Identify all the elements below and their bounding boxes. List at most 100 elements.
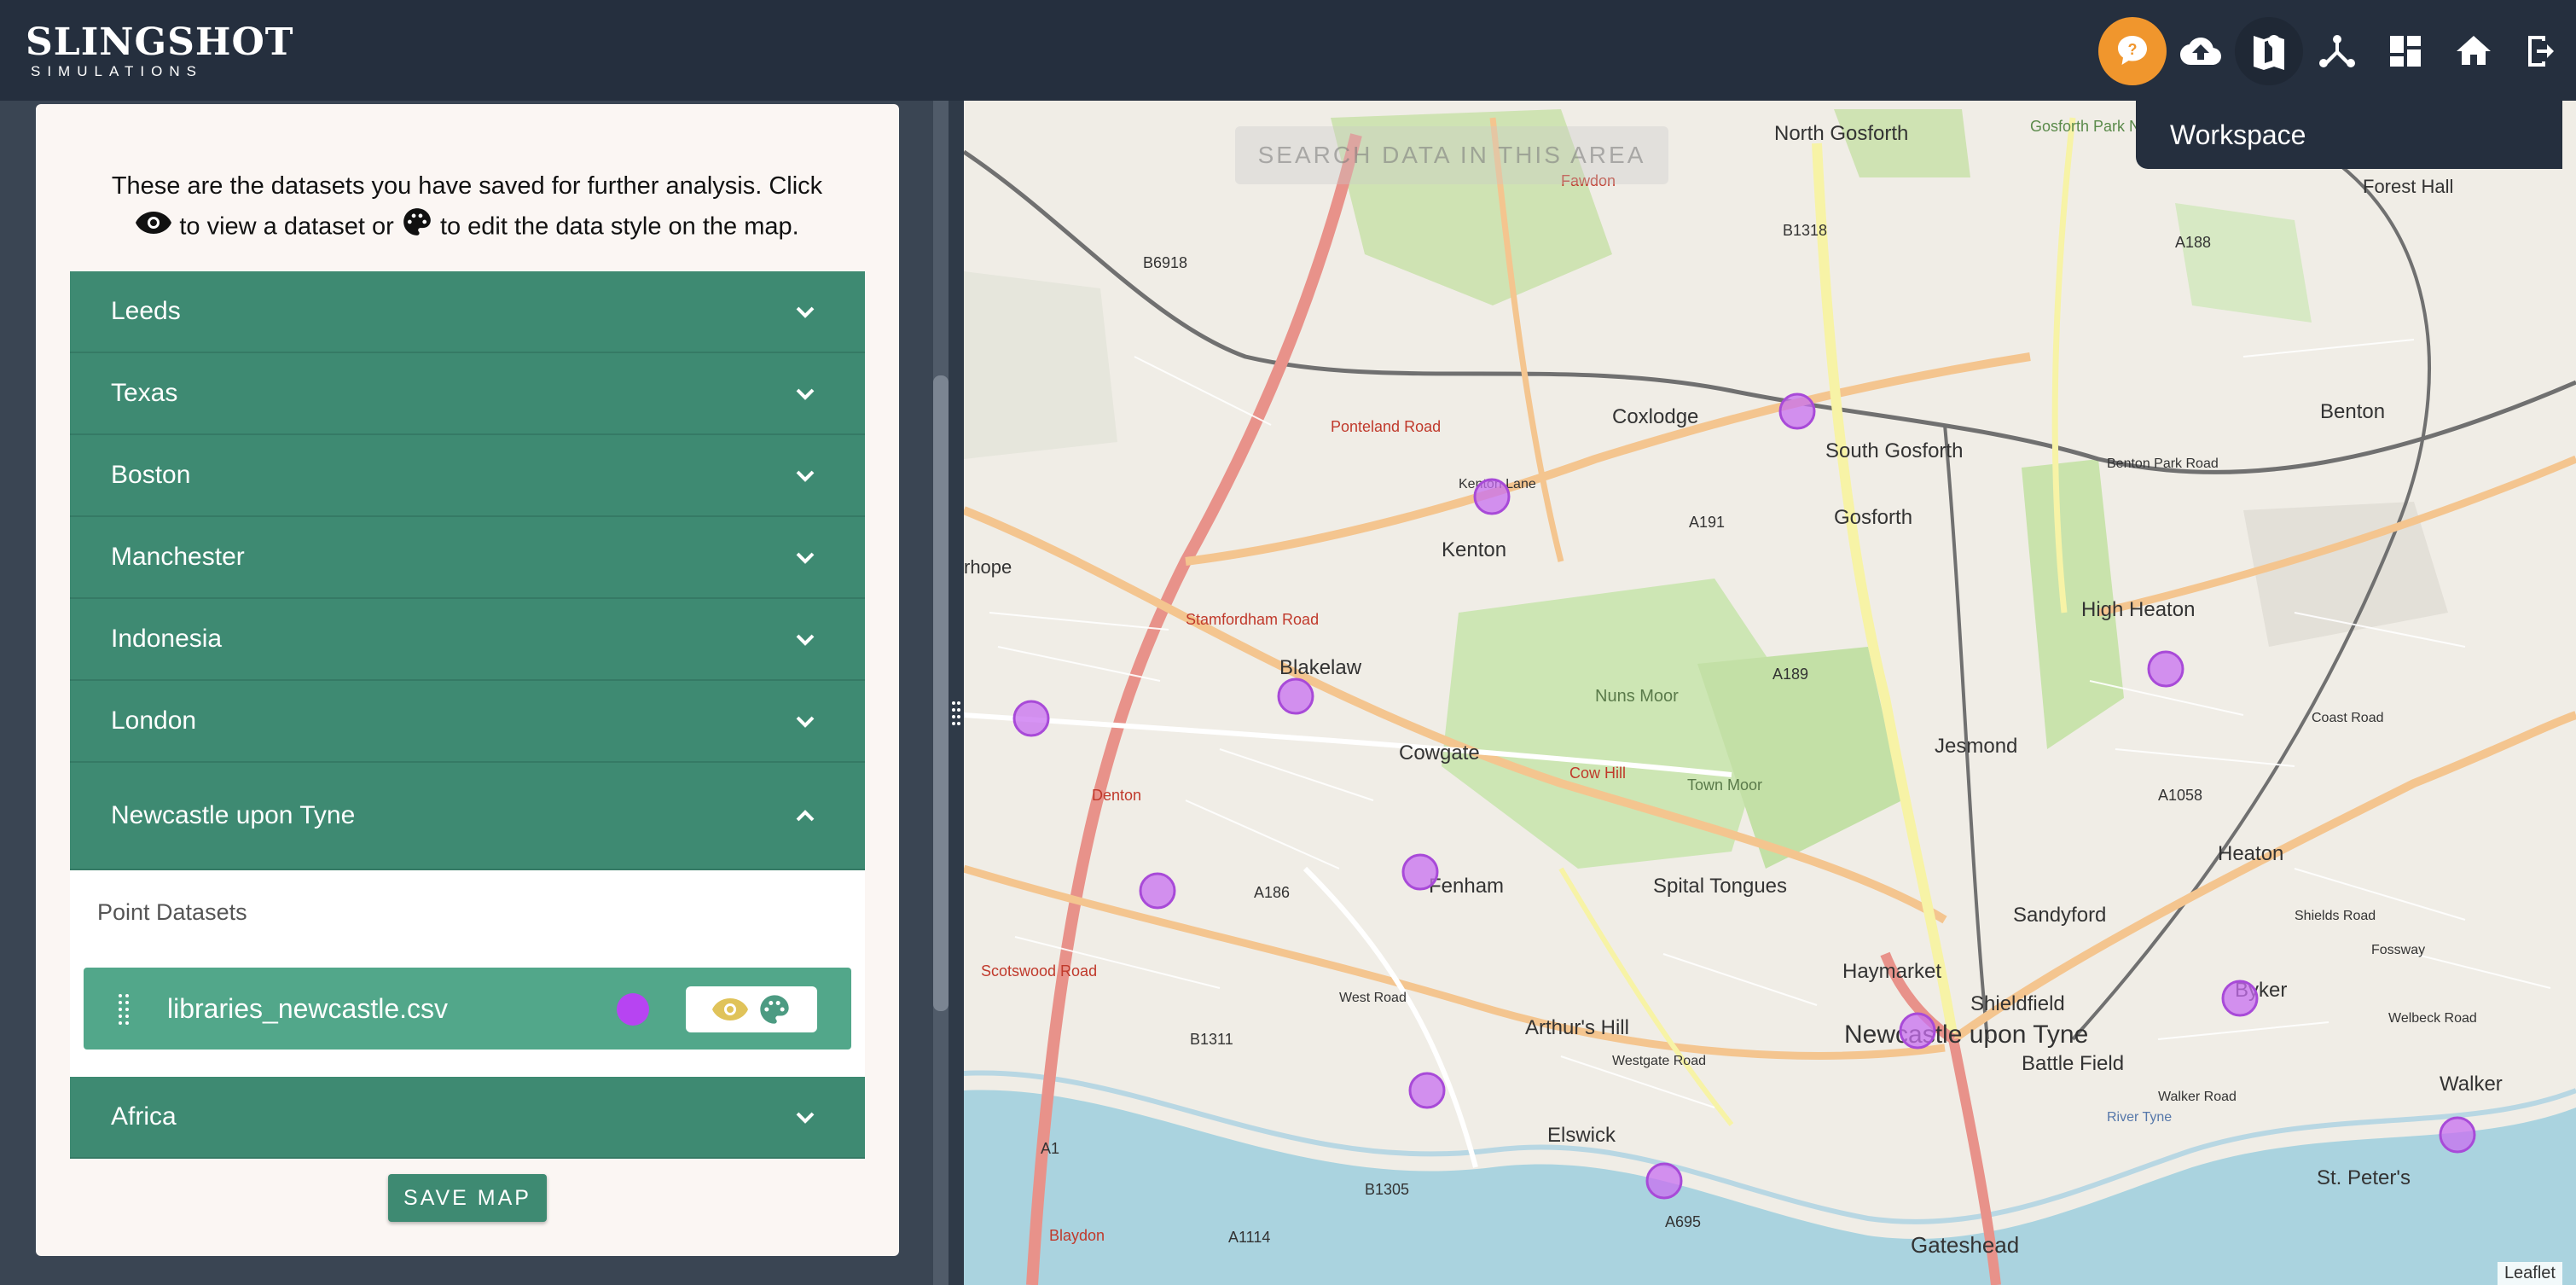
search-this-area-button[interactable]: SEARCH DATA IN THIS AREA bbox=[1235, 126, 1668, 184]
map-marker bbox=[1401, 853, 1439, 891]
save-map-button[interactable]: SAVE MAP bbox=[388, 1174, 547, 1222]
svg-text:Kenton: Kenton bbox=[1442, 538, 1506, 561]
group-leeds[interactable]: Leeds bbox=[70, 271, 865, 353]
map-tiles: North Gosforth Gosforth Park Nature Rese… bbox=[964, 101, 2576, 1285]
svg-text:A1058: A1058 bbox=[2158, 787, 2202, 804]
svg-text:Blaydon: Blaydon bbox=[1049, 1227, 1105, 1244]
svg-text:Cowgate: Cowgate bbox=[1399, 741, 1480, 765]
svg-text:Elswick: Elswick bbox=[1547, 1124, 1616, 1147]
svg-text:Walker: Walker bbox=[2440, 1073, 2503, 1096]
help-chat-button[interactable]: ? bbox=[2098, 17, 2167, 85]
group-manchester[interactable]: Manchester bbox=[70, 517, 865, 599]
svg-text:?: ? bbox=[2128, 41, 2138, 58]
svg-text:Cow Hill: Cow Hill bbox=[1569, 765, 1626, 782]
group-africa[interactable]: Africa bbox=[70, 1061, 865, 1159]
intro-part1: These are the datasets you have saved fo… bbox=[111, 172, 823, 200]
map-marker bbox=[1408, 1072, 1446, 1109]
svg-text:Forest Hall: Forest Hall bbox=[2363, 176, 2453, 197]
top-bar: SLINGSHOT SIMULATIONS ? bbox=[0, 0, 2576, 101]
palette-icon[interactable] bbox=[757, 992, 792, 1026]
svg-text:A695: A695 bbox=[1665, 1213, 1701, 1230]
dashboard-button[interactable] bbox=[2371, 17, 2440, 85]
group-indonesia[interactable]: Indonesia bbox=[70, 599, 865, 681]
drag-handle-icon[interactable] bbox=[116, 992, 131, 1025]
svg-text:Fenham: Fenham bbox=[1429, 875, 1504, 898]
svg-text:B6918: B6918 bbox=[1143, 254, 1187, 271]
palette-icon bbox=[401, 206, 433, 250]
svg-text:Heaton: Heaton bbox=[2218, 842, 2283, 865]
svg-text:Newcastle upon Tyne: Newcastle upon Tyne bbox=[1844, 1020, 2088, 1049]
svg-text:rhope: rhope bbox=[964, 556, 1012, 578]
svg-text:A191: A191 bbox=[1689, 514, 1725, 531]
svg-text:Gosforth: Gosforth bbox=[1834, 506, 1912, 529]
panel-scrollbar-thumb[interactable] bbox=[933, 375, 949, 1011]
chevron-down-icon bbox=[793, 464, 817, 488]
group-boston[interactable]: Boston bbox=[70, 435, 865, 517]
group-label: Boston bbox=[111, 461, 191, 489]
logout-button[interactable] bbox=[2508, 17, 2576, 85]
svg-text:Shields Road: Shields Road bbox=[2295, 909, 2376, 923]
group-london[interactable]: London bbox=[70, 681, 865, 763]
group-label: London bbox=[111, 706, 197, 735]
intro-part2: to view a dataset or bbox=[179, 212, 394, 241]
eye-icon[interactable] bbox=[711, 997, 749, 1022]
svg-text:Westgate Road: Westgate Road bbox=[1612, 1054, 1706, 1068]
svg-text:Blakelaw: Blakelaw bbox=[1279, 656, 1362, 679]
svg-text:A189: A189 bbox=[1772, 666, 1808, 683]
map-marker bbox=[1473, 478, 1511, 515]
svg-text:Welbeck Road: Welbeck Road bbox=[2388, 1011, 2477, 1026]
map-marker bbox=[2439, 1116, 2476, 1154]
svg-text:River Tyne: River Tyne bbox=[2107, 1110, 2172, 1125]
chevron-up-icon bbox=[793, 804, 817, 828]
svg-text:B1318: B1318 bbox=[1783, 222, 1827, 239]
map-view[interactable]: North Gosforth Gosforth Park Nature Rese… bbox=[949, 101, 2576, 1285]
svg-text:Stamfordham Road: Stamfordham Road bbox=[1186, 611, 1319, 628]
svg-text:A1114: A1114 bbox=[1228, 1229, 1270, 1246]
toolbar: ? bbox=[2098, 15, 2576, 87]
svg-text:Benton Park Road: Benton Park Road bbox=[2107, 456, 2219, 471]
svg-text:Walker Road: Walker Road bbox=[2158, 1090, 2237, 1104]
svg-text:A1: A1 bbox=[1041, 1140, 1059, 1157]
chevron-down-icon bbox=[793, 710, 817, 734]
logo-sub-text: SIMULATIONS bbox=[31, 63, 203, 79]
network-icon bbox=[2319, 35, 2355, 67]
map-marker bbox=[2221, 980, 2259, 1017]
svg-text:Jesmond: Jesmond bbox=[1935, 735, 2017, 758]
home-icon bbox=[2457, 36, 2491, 65]
svg-text:Coxlodge: Coxlodge bbox=[1612, 405, 1698, 428]
svg-text:Coast Road: Coast Road bbox=[2312, 711, 2384, 725]
help-chat-icon: ? bbox=[2118, 36, 2147, 65]
logo-main-text: SLINGSHOT bbox=[26, 20, 294, 64]
upload-button[interactable] bbox=[2167, 17, 2235, 85]
svg-text:Benton: Benton bbox=[2320, 400, 2385, 423]
dashboard-icon bbox=[2390, 36, 2421, 67]
map-marker bbox=[1645, 1162, 1683, 1200]
map-marker bbox=[1012, 700, 1050, 737]
dataset-item[interactable]: libraries_newcastle.csv bbox=[84, 968, 851, 1050]
app-logo[interactable]: SLINGSHOT SIMULATIONS bbox=[26, 22, 294, 80]
group-newcastle[interactable]: Newcastle upon Tyne bbox=[70, 763, 865, 870]
group-texas[interactable]: Texas bbox=[70, 353, 865, 435]
svg-text:Denton: Denton bbox=[1092, 787, 1141, 804]
network-button[interactable] bbox=[2303, 17, 2371, 85]
map-label: North Gosforth bbox=[1774, 122, 1908, 145]
cloud-upload-icon bbox=[2180, 38, 2221, 65]
panel-resize-handle-icon[interactable] bbox=[949, 698, 964, 732]
map-marker bbox=[1277, 677, 1314, 715]
group-label: Leeds bbox=[111, 297, 181, 325]
map-marker bbox=[1139, 872, 1176, 910]
svg-text:Haymarket: Haymarket bbox=[1842, 960, 1941, 983]
dataset-color-swatch bbox=[617, 993, 649, 1026]
svg-text:West Road: West Road bbox=[1339, 991, 1407, 1005]
svg-text:Gateshead: Gateshead bbox=[1911, 1232, 2019, 1258]
home-button[interactable] bbox=[2440, 17, 2508, 85]
svg-text:High Heaton: High Heaton bbox=[2081, 598, 2195, 621]
svg-text:B1305: B1305 bbox=[1365, 1181, 1409, 1198]
svg-text:Scotswood Road: Scotswood Road bbox=[981, 962, 1097, 980]
group-label: Manchester bbox=[111, 543, 245, 571]
map-attribution[interactable]: Leaflet bbox=[2497, 1262, 2562, 1285]
map-view-button[interactable] bbox=[2235, 17, 2303, 85]
intro-part3: to edit the data style on the map. bbox=[439, 212, 799, 241]
dataset-name: libraries_newcastle.csv bbox=[167, 992, 449, 1024]
dataset-actions bbox=[686, 986, 817, 1032]
